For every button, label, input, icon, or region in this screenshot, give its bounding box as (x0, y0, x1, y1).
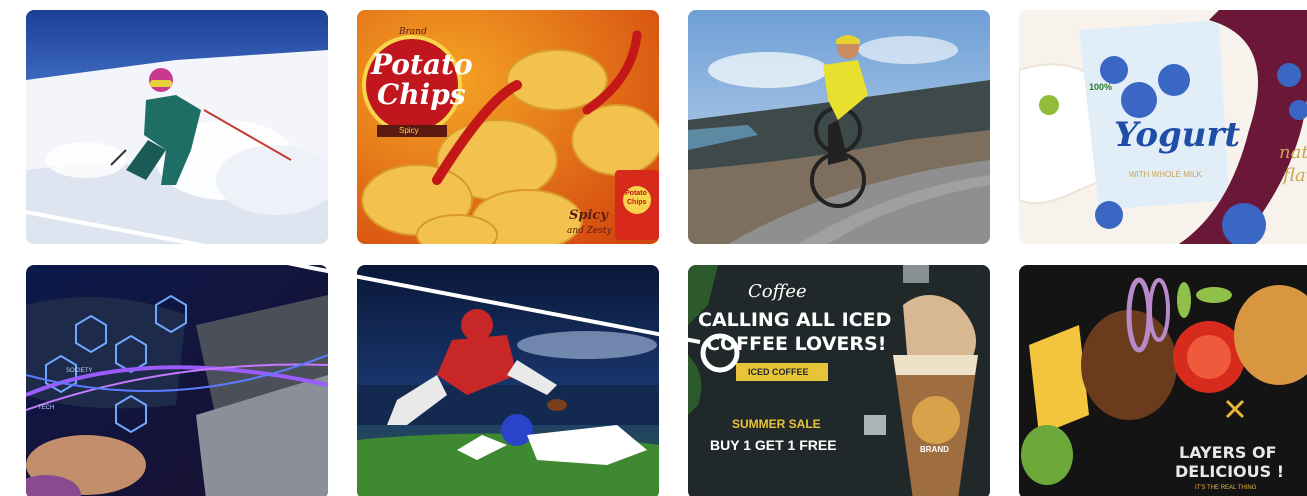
technology-image (26, 265, 328, 496)
coffee-offer-label: BUY 1 GET 1 FREE (710, 437, 837, 453)
yogurt-can-subtitle: WITH WHOLE MILK (1129, 170, 1202, 179)
image-gallery-grid: Brand Potato Chips Spicy Spicy and Zesty… (0, 0, 1307, 496)
yogurt-side-line2: flavo (1283, 165, 1307, 186)
gallery-card-iced-coffee[interactable]: Coffee CALLING ALL ICED COFFEE LOVERS! I… (688, 265, 990, 496)
coffee-cup-label: BRAND (920, 445, 949, 454)
coffee-ribbon-label: ICED COFFEE (748, 367, 809, 377)
chips-pack-text-line2: Chips (627, 199, 647, 206)
burger-headline-line1: LAYERS OF (1179, 443, 1277, 462)
burger-tagline: IT'S THE REAL THING (1195, 485, 1257, 491)
iced-coffee-image (688, 265, 990, 496)
american-football-image (357, 265, 659, 496)
chips-tagline-line2: and Zesty (567, 226, 612, 236)
chips-flavor-label: Spicy (399, 126, 419, 135)
gallery-card-yogurt[interactable]: Yogurt 100% WITH WHOLE MILK natu flavo (1019, 10, 1307, 244)
yogurt-can-percent: 100% (1089, 82, 1113, 92)
tech-icon-label-tech: TECH (38, 405, 55, 411)
coffee-headline-line1: CALLING ALL ICED (698, 309, 892, 331)
coffee-script-title: Coffee (748, 281, 807, 302)
coffee-headline-line2: COFFEE LOVERS! (706, 333, 887, 355)
chips-pack-text-line1: Potato (625, 190, 647, 197)
gallery-card-technology[interactable]: SOCIETY TECH (26, 265, 328, 496)
gallery-card-american-football[interactable] (357, 265, 659, 496)
gallery-card-skier[interactable] (26, 10, 328, 244)
yogurt-side-line1: natu (1279, 142, 1307, 163)
coffee-sale-label: SUMMER SALE (732, 417, 821, 431)
chips-title-line1: Potato (371, 48, 473, 81)
chips-tagline-line1: Spicy (569, 208, 608, 223)
gallery-card-potato-chips[interactable]: Brand Potato Chips Spicy Spicy and Zesty… (357, 10, 659, 244)
tech-icon-label-society: SOCIETY (66, 368, 93, 374)
yogurt-can-title: Yogurt (1114, 115, 1241, 155)
cyclist-image (688, 10, 990, 244)
chips-title-line2: Chips (377, 78, 466, 111)
gallery-card-burger[interactable]: LAYERS OF DELICIOUS ! IT'S THE REAL THIN… (1019, 265, 1307, 496)
chips-brand-label: Brand (399, 27, 427, 37)
skier-image (26, 10, 328, 244)
burger-headline-line2: DELICIOUS ! (1175, 462, 1285, 481)
gallery-card-cyclist[interactable] (688, 10, 990, 244)
